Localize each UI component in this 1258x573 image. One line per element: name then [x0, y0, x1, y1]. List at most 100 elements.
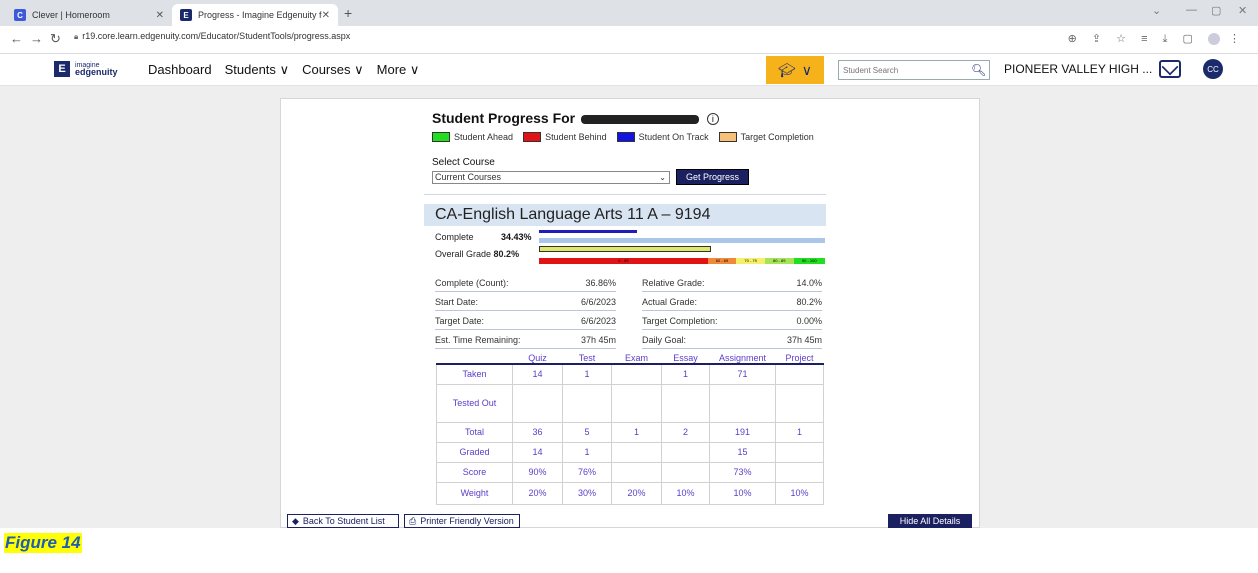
- grade-label-text: Overall Grade: [435, 249, 492, 259]
- table-cell: 90%: [512, 461, 563, 483]
- table-cell: 191: [709, 421, 776, 443]
- course-select[interactable]: Current Courses ⌄: [432, 171, 670, 184]
- row-label: Weight: [436, 481, 513, 505]
- legend-on-track: Student On Track: [616, 132, 709, 142]
- close-window-icon[interactable]: ✕: [1238, 4, 1247, 17]
- table-cell: [775, 363, 824, 385]
- logo-name: edgenuity: [75, 67, 118, 77]
- stat-label: Daily Goal:: [642, 335, 687, 345]
- legend-label: Student On Track: [638, 132, 709, 142]
- logo-mark-icon: E: [54, 61, 70, 77]
- table-cell: 15: [709, 441, 776, 463]
- close-tab-icon[interactable]: ✕: [322, 10, 330, 21]
- complete-progress-fill: [539, 230, 637, 233]
- nav-dashboard[interactable]: Dashboard: [148, 62, 212, 78]
- table-cell: [611, 363, 662, 385]
- complete-label: Complete: [435, 232, 474, 242]
- assignment-table: Quiz Test Exam Essay Assignment Project …: [436, 352, 824, 505]
- grade-scale-segment: 60 - 69: [707, 258, 737, 264]
- printer-friendly-button[interactable]: ⎙ Printer Friendly Version: [404, 514, 520, 528]
- table-cell: [661, 441, 710, 463]
- new-tab-icon[interactable]: +: [344, 5, 352, 21]
- nav-more[interactable]: More ∨: [377, 62, 420, 78]
- stat-label: Complete (Count):: [435, 278, 509, 288]
- nav-courses[interactable]: Courses ∨: [302, 62, 364, 78]
- grade-scale-segment: 90 - 100: [793, 258, 825, 264]
- stat-label: Est. Time Remaining:: [435, 335, 521, 345]
- stat-underline: [642, 310, 822, 311]
- table-cell: [611, 461, 662, 483]
- reload-icon[interactable]: ↻: [50, 31, 61, 47]
- mail-icon[interactable]: [1159, 60, 1181, 78]
- teacher-icon: 🎓︎: [777, 61, 796, 78]
- maximize-icon[interactable]: ▢: [1211, 4, 1221, 17]
- table-cell: 1: [775, 421, 824, 443]
- stat-label: Target Date:: [435, 316, 485, 326]
- stat-label: Start Date:: [435, 297, 479, 307]
- stat-row: Target Date: 6/6/2023 Target Completion: 0…: [424, 314, 826, 333]
- chevron-down-icon: ∨: [279, 62, 290, 77]
- stat-underline: [642, 329, 822, 330]
- table-cell: 10%: [775, 481, 824, 505]
- edgenuity-logo[interactable]: E imagine edgenuity: [54, 61, 118, 77]
- chevron-down-icon: ∨: [409, 62, 420, 77]
- table-cell: 1: [661, 363, 710, 385]
- info-icon[interactable]: i: [706, 113, 719, 126]
- tab-title: Progress - Imagine Edgenuity fo: [198, 10, 322, 20]
- tab-search-icon[interactable]: ⌄: [1152, 4, 1161, 17]
- figure-caption: Figure 14: [4, 533, 82, 553]
- forward-arrow-icon[interactable]: →: [30, 31, 43, 46]
- stat-value: 37h 45m: [786, 335, 822, 345]
- hide-all-details-button[interactable]: Hide All Details: [888, 514, 972, 528]
- chevron-down-icon: ∨: [354, 62, 364, 77]
- table-cell: 14: [512, 363, 563, 385]
- back-to-student-list-button[interactable]: ◆ Back To Student List: [287, 514, 399, 528]
- table-cell: 36: [512, 421, 563, 443]
- back-arrow-icon: ◆: [292, 515, 299, 526]
- table-cell: [661, 461, 710, 483]
- legend-label: Target Completion: [740, 132, 814, 142]
- table-cell: [611, 383, 662, 423]
- legend-swatch: [616, 132, 635, 142]
- stat-value: 6/6/2023: [580, 316, 616, 326]
- minimize-icon[interactable]: —: [1186, 4, 1197, 16]
- search-icon[interactable]: 🔍︎: [971, 63, 986, 77]
- stat-label: Target Completion:: [642, 316, 718, 326]
- table-row: Total 36 5 1 2 191 1: [436, 421, 824, 443]
- chevron-down-icon: ⌄: [659, 173, 666, 182]
- get-progress-button[interactable]: Get Progress: [676, 169, 749, 185]
- table-cell: [775, 461, 824, 483]
- table-header-row: Quiz Test Exam Essay Assignment Project: [436, 352, 824, 365]
- table-cell: 10%: [709, 481, 776, 505]
- stat-value: 36.86%: [585, 278, 616, 288]
- stat-value: 0.00%: [796, 316, 822, 326]
- nav-more-label: More: [376, 62, 407, 77]
- stat-row: Complete (Count): 36.86% Relative Grade: 1…: [424, 276, 826, 295]
- table-cell: 20%: [512, 481, 563, 505]
- nav-courses-label: Courses: [302, 62, 351, 77]
- role-switcher-button[interactable]: 🎓︎ ∨: [766, 56, 824, 84]
- progress-bars: Complete 34.43% Overall Grade 80.2% 0 - …: [424, 226, 826, 266]
- url-field[interactable]: 🔒︎ r19.core.learn.edgenuity.com/Educator/…: [74, 31, 350, 42]
- nav-students-label: Students: [224, 62, 276, 77]
- stat-underline: [642, 291, 822, 292]
- row-label: Total: [436, 421, 513, 443]
- avatar[interactable]: CC: [1203, 59, 1223, 79]
- logo-text: imagine edgenuity: [75, 62, 118, 77]
- browser-toolbar-icons[interactable]: ⊕ ⇪ ☆ ≡ ⤓ ▢ ⋮: [1068, 32, 1246, 46]
- url-text: r19.core.learn.edgenuity.com/Educator/St…: [82, 31, 351, 41]
- course-select-value: Current Courses: [435, 172, 502, 182]
- browser-tab-clever[interactable]: C Clever | Homeroom ✕: [6, 4, 172, 26]
- school-name[interactable]: PIONEER VALLEY HIGH ...: [1004, 62, 1152, 76]
- close-tab-icon[interactable]: ✕: [156, 10, 164, 21]
- stat-underline: [435, 348, 616, 349]
- clever-favicon-icon: C: [14, 9, 26, 21]
- nav-students[interactable]: Students ∨: [225, 62, 289, 78]
- browser-tab-progress[interactable]: E Progress - Imagine Edgenuity fo ✕: [172, 4, 338, 26]
- legend-label: Student Ahead: [454, 132, 514, 142]
- back-arrow-icon[interactable]: ←: [10, 31, 23, 46]
- table-cell: [512, 383, 563, 423]
- row-label: Taken: [436, 363, 513, 385]
- student-search-input[interactable]: [839, 65, 967, 75]
- browser-profile-icon[interactable]: [1207, 33, 1220, 46]
